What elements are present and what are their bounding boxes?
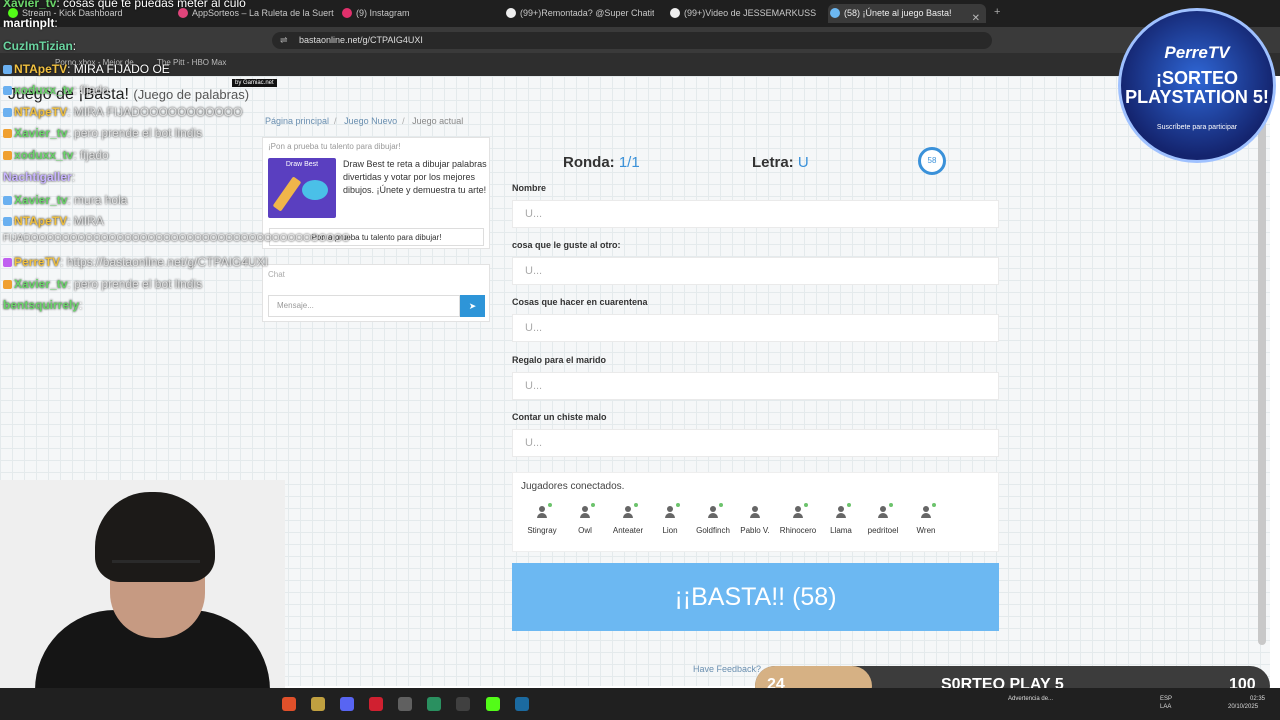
tab-tiktok-2[interactable]: (99+)Video de JESSEMARKUSS (@ [668,4,818,23]
stream-chat-line: Xavier_tv: pero prende el bot lindis [3,126,202,140]
taskbar: Advertencia de... ESP LAA 02:35 20/10/20… [0,688,1280,720]
badge-icon [3,217,12,227]
obs-icon[interactable] [456,697,470,711]
tab-basta-active[interactable]: (58) ¡Únete al juego Basta! ✕ [828,4,986,23]
close-tab-icon[interactable]: ✕ [972,9,980,23]
kick-icon[interactable] [486,697,500,711]
field-input-cuarentena[interactable]: U... [512,314,999,342]
language-indicator-2[interactable]: LAA [1160,704,1171,710]
stream-chat-line: xoduxx_tv: fijado [3,148,109,162]
sorteo-overlay-badge: PerreTV ¡SORTEO PLAYSTATION 5! Suscríbet… [1118,8,1276,163]
badge-icon [3,129,12,139]
field-label-nombre: Nombre [512,183,547,193]
app-icon[interactable] [398,697,412,711]
user-icon [621,503,638,519]
tab-instagram[interactable]: (9) Instagram [340,4,496,23]
stream-chat-line: NTApeTV: MIRA FIJADO OE [3,62,170,76]
badge-icon [3,65,12,75]
streamer-webcam [0,480,285,720]
field-input-cosa[interactable]: U... [512,257,999,285]
badge-icon [3,151,12,161]
stream-chat-line: PerreTV: https://bastaonline.net/g/CTPAI… [3,255,268,269]
stream-chat-overlay: Xavier_tv: cosas que te puedas meter al … [0,0,350,320]
breadcrumb-current: Juego actual [412,116,464,126]
user-icon [791,503,808,519]
stream-chat-line: martinplt: [3,16,58,30]
stream-chat-line: Xavier_tv: mura hola [3,193,127,207]
stream-chat-line: Nachtigaller: [3,170,76,184]
send-message-icon[interactable]: ➤ [460,295,485,317]
players-title: Jugadores conectados. [521,481,625,492]
badge-icon [3,196,12,206]
tiktok-icon [670,8,680,18]
connected-players-panel: Jugadores conectados. Stingray Owl Antea… [512,472,999,552]
new-tab-icon[interactable]: + [994,6,1000,18]
stream-chat-line: Xavier_tv: pero prende el bot lindis [3,277,202,291]
app-icon[interactable] [311,697,325,711]
instagram-icon [342,8,352,18]
feedback-link[interactable]: Have Feedback? [693,664,761,674]
field-label-cuarentena: Cosas que hacer en cuarentena [512,297,648,307]
notification-text[interactable]: Advertencia de... [1008,696,1053,702]
clock-date[interactable]: 20/10/2025 [1228,704,1258,710]
ad-description: Draw Best te reta a dibujar palabras div… [343,159,487,195]
breadcrumb-new-game[interactable]: Juego Nuevo [344,116,397,126]
tab-tiktok-1[interactable]: (99+)Remontada? @Super Chatitos [504,4,654,23]
field-input-chiste[interactable]: U... [512,429,999,457]
countdown-timer: 58 [918,147,946,175]
round-indicator: Ronda: 1/1 [563,154,640,171]
user-icon [535,503,552,519]
badge-icon [3,86,12,96]
field-label-cosa: cosa que le guste al otro: [512,240,621,250]
player-item: Wren [901,503,951,535]
badge-icon [3,258,12,268]
field-label-regalo: Regalo para el marido [512,355,607,365]
url-input[interactable]: ⇌ bastaonline.net/g/CTPAIG4UXI [272,32,992,49]
language-indicator[interactable]: ESP [1160,696,1172,702]
page-scrollbar[interactable] [1258,110,1266,645]
user-icon [834,503,851,519]
app-icon[interactable] [427,697,441,711]
user-icon [578,503,595,519]
badge-icon [3,108,12,118]
field-label-chiste: Contar un chiste malo [512,412,607,422]
stream-chat-line: bentsquirrely: [3,298,83,312]
user-icon [663,503,680,519]
basta-button[interactable]: ¡¡BASTA!! (58) [512,563,999,631]
discord-icon[interactable] [340,697,354,711]
badge-icon [3,280,12,290]
steam-icon[interactable] [515,697,529,711]
user-icon [748,505,762,519]
brave-icon[interactable] [282,697,296,711]
clock-time[interactable]: 02:35 [1250,696,1265,702]
stream-chat-line: NTApeTV: MIRA [3,214,104,228]
stream-chat-line: CuzImTizian: [3,39,77,53]
stream-chat-line: Xavier_tv: cosas que te puedas meter al … [3,0,246,10]
stream-chat-line: NTApeTV: MIRA FIJADOOOOOOOOOOO [3,105,242,119]
letter-indicator: Letra: U [752,154,809,171]
stream-chat-line: FIJADOOOOOOOOOOOOOOOOOOOOOOOOOOOOOOOOOOO… [3,233,350,244]
basta-icon [830,8,840,18]
opera-icon[interactable] [369,697,383,711]
stream-chat-line: xoduxx_tv: fijado [3,83,109,97]
user-icon [876,503,893,519]
user-icon [706,503,723,519]
field-input-regalo[interactable]: U... [512,372,999,400]
user-icon [919,503,936,519]
field-input-nombre[interactable]: U... [512,200,999,228]
tiktok-icon [506,8,516,18]
